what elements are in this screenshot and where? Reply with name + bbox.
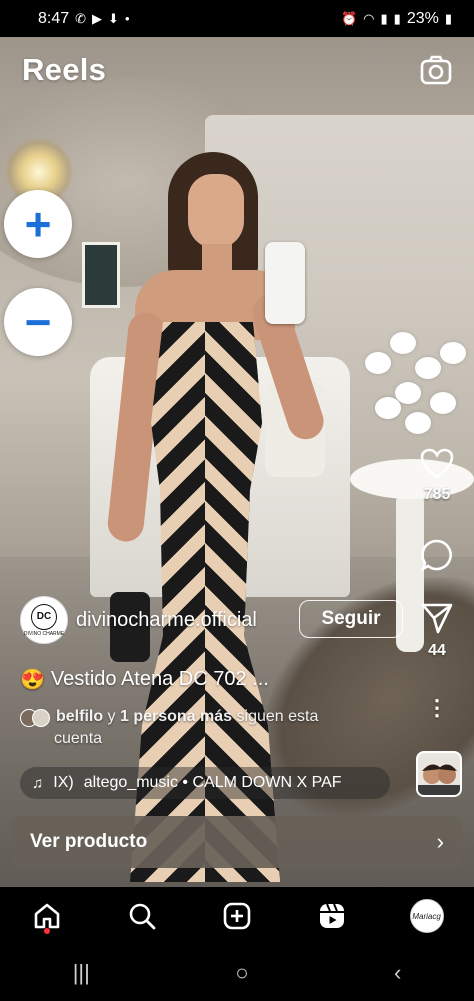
reels-icon [319,903,344,928]
heart-icon [420,448,454,479]
signal-icon-2: ▮ [393,10,401,26]
nav-home[interactable] [25,894,69,938]
reel-caption[interactable]: 😍 Vestido Atena DC 702 ... [20,667,269,692]
create-icon [223,902,251,930]
recent-apps-button[interactable]: ||| [73,960,90,986]
nav-create[interactable] [215,894,259,938]
nav-reels[interactable] [310,894,354,938]
more-options-button[interactable]: ⋮ [415,697,459,719]
audio-track-pill[interactable]: ♫ IX) altego_music • CALM DOWN X PAF [20,767,390,799]
share-count: 44 [428,642,446,659]
like-count: 785 [423,486,451,503]
followers-tail: siguen esta [232,708,319,725]
heart-eyes-emoji: 😍 [20,669,45,691]
avatar-monogram: DC [31,603,57,630]
account-username[interactable]: divinocharme.official [76,609,257,632]
home-notification-dot [44,928,51,934]
system-navigation-bar: ||| ○ ‹ [0,945,474,1001]
status-bar: 8:47 ✆ ▶ ⬇ • ⏰ ◠ ▮ ▮ 23% ▮ [0,0,474,37]
follower-avatars [20,708,50,727]
music-note-icon: ♫ [32,774,44,792]
send-icon [421,603,453,634]
followers-line2: cuenta [54,730,103,747]
follow-button[interactable]: Seguir [299,600,403,638]
back-button[interactable]: ‹ [394,960,401,986]
audio-thumbnail[interactable] [416,751,462,797]
signal-icon: ▮ [380,10,388,26]
status-time: 8:47 [38,9,70,27]
followers-connector: y [103,708,120,725]
battery-percent: 23% [406,9,439,27]
audio-track-name: altego_music • CALM DOWN X PAF [83,774,342,791]
home-icon [35,903,60,929]
minus-icon: − [24,296,52,348]
view-product-button[interactable]: Ver producto › [12,816,462,868]
avatar-brand-text: DIVINO CHARME [23,630,65,637]
profile-avatar: Mariacg [409,899,444,933]
download-icon: ⬇ [108,10,119,26]
home-button[interactable]: ○ [235,960,248,986]
bottom-navigation: Mariacg [0,887,474,945]
chevron-right-icon: › [436,829,444,854]
search-icon [129,903,156,930]
audio-cover-image [418,753,460,795]
followed-by-text[interactable]: belfilo y 1 persona más siguen esta cuen… [20,706,380,750]
reels-screen: 8:47 ✆ ▶ ⬇ • ⏰ ◠ ▮ ▮ 23% ▮ Reels + − 785… [0,0,474,1001]
audio-prefix: IX) [53,774,74,791]
comment-icon [420,539,452,572]
wifi-icon: ◠ [363,10,375,26]
alarm-icon: ⏰ [340,10,358,26]
orchid-flowers [345,312,470,442]
nav-search[interactable] [120,894,164,938]
page-title: Reels [22,52,107,87]
camera-icon [420,55,452,85]
more-icon: ⋮ [426,695,448,720]
like-button[interactable]: 785 [415,448,459,504]
youtube-icon: ▶ [92,10,103,26]
caption-text: Vestido Atena DC 702 ... [50,668,269,690]
zoom-out-button[interactable]: − [4,288,72,356]
zoom-in-button[interactable]: + [4,190,72,258]
comment-button[interactable] [415,538,459,572]
nav-profile[interactable]: Mariacg [405,894,449,938]
follower-name: belfilo [56,708,104,725]
account-avatar[interactable]: DC DIVINO CHARME [20,596,68,644]
smartphone [265,242,305,324]
whatsapp-icon: ✆ [75,10,87,26]
notification-dot-icon: • [124,11,130,26]
battery-icon: ▮ [444,10,452,26]
share-button[interactable]: 44 [415,602,459,660]
view-product-label: Ver producto [30,831,148,852]
followers-count: 1 persona más [120,708,233,725]
camera-button[interactable] [420,55,452,85]
reel-video[interactable] [0,37,474,887]
plus-icon: + [24,198,52,250]
follow-label: Seguir [321,608,381,629]
